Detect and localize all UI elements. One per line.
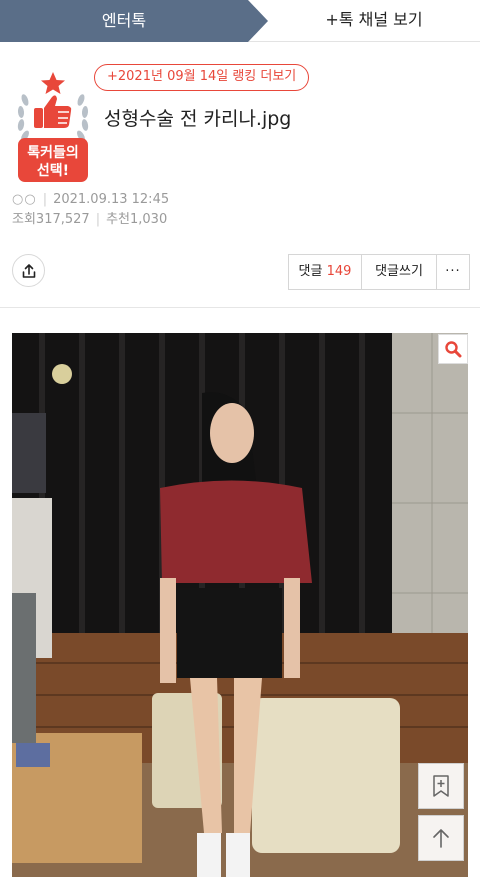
badge-line1: 톡커들의 <box>27 144 79 161</box>
comments-label: 댓글 <box>298 264 323 279</box>
badge-line2: 선택! <box>37 162 69 179</box>
zoom-button[interactable] <box>438 334 468 364</box>
talkers-choice-badge: 톡커들의 선택! <box>12 70 94 186</box>
post-action-group: 댓글 149 댓글쓰기 ··· <box>288 254 470 290</box>
recommend-count: 추천1,030 <box>106 212 168 227</box>
author-name[interactable]: ○○ <box>12 190 37 210</box>
top-tab-bar: 엔터톡 +톡 채널 보기 <box>0 0 480 42</box>
more-options-button[interactable]: ··· <box>437 255 469 289</box>
post-title: 성형수술 전 카리나.jpg <box>104 108 292 130</box>
ranking-more-link[interactable]: +2021년 09월 14일 랭킹 더보기 <box>94 64 310 91</box>
meta-separator: | <box>95 212 101 227</box>
post-photo-illustration <box>12 333 468 877</box>
scroll-top-button[interactable] <box>418 815 464 861</box>
tab-entertalk[interactable]: 엔터톡 <box>0 0 268 42</box>
tab-entertalk-label: 엔터톡 <box>101 11 147 30</box>
share-button[interactable] <box>12 254 45 287</box>
view-count: 조회317,527 <box>12 212 90 227</box>
thumbs-up-icon <box>34 95 72 128</box>
section-divider <box>0 307 480 308</box>
share-icon <box>22 263 35 278</box>
bookmark-add-icon <box>433 775 449 797</box>
bookmark-button[interactable] <box>418 763 464 809</box>
comments-count: 149 <box>326 264 352 279</box>
post-image[interactable] <box>12 333 468 877</box>
meta-separator: | <box>42 192 48 207</box>
arrow-up-icon <box>433 829 449 848</box>
tab-channel-view[interactable]: +톡 채널 보기 <box>268 0 480 42</box>
post-date: 2021.09.13 12:45 <box>53 192 170 207</box>
magnifier-icon <box>445 341 462 358</box>
post-meta: ○○ | 2021.09.13 12:45 조회317,527 | 추천1,03… <box>12 190 169 230</box>
write-comment-button[interactable]: 댓글쓰기 <box>362 255 437 289</box>
comments-button[interactable]: 댓글 149 <box>289 255 362 289</box>
